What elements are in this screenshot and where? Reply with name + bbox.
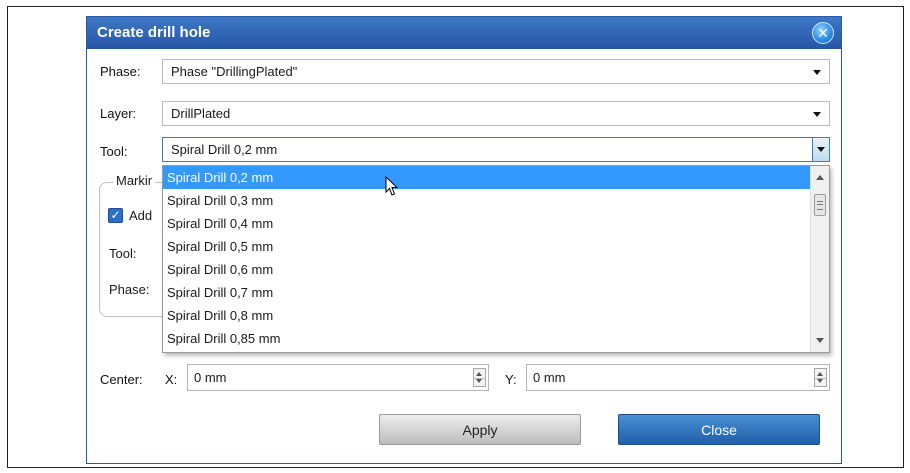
create-drill-hole-dialog: Create drill hole ✕ Phase: Phase "Drilli… bbox=[86, 16, 842, 464]
tool-dropdown-list: Spiral Drill 0,2 mm Spiral Drill 0,3 mm … bbox=[162, 165, 830, 353]
tool-select-value: Spiral Drill 0,2 mm bbox=[171, 142, 278, 157]
scrollbar-thumb[interactable] bbox=[814, 194, 826, 216]
chevron-down-icon bbox=[813, 70, 821, 75]
tool-option[interactable]: Spiral Drill 0,5 mm bbox=[163, 235, 810, 258]
tool-option[interactable]: Spiral Drill 0,8 mm bbox=[163, 304, 810, 327]
dialog-title: Create drill hole bbox=[97, 24, 211, 41]
layer-label: Layer: bbox=[100, 106, 137, 121]
layer-select-value: DrillPlated bbox=[171, 106, 231, 121]
apply-button[interactable]: Apply bbox=[379, 414, 581, 445]
tool-option[interactable]: Spiral Drill 0,4 mm bbox=[163, 212, 810, 235]
marking-group-title: Markir bbox=[113, 173, 156, 188]
dropdown-scrollbar[interactable] bbox=[810, 166, 829, 352]
center-x-value: 0 mm bbox=[194, 370, 227, 385]
tool-option[interactable]: Spiral Drill 0,6 mm bbox=[163, 258, 810, 281]
phase-label: Phase: bbox=[100, 64, 141, 79]
marking-phase-label: Phase: bbox=[109, 282, 150, 297]
tool-option[interactable]: Spiral Drill 0,7 mm bbox=[163, 281, 810, 304]
tool-select[interactable]: Spiral Drill 0,2 mm bbox=[162, 137, 830, 162]
dialog-titlebar: Create drill hole ✕ bbox=[87, 17, 841, 49]
center-y-label: Y: bbox=[505, 372, 517, 387]
phase-select[interactable]: Phase "DrillingPlated" bbox=[162, 59, 830, 84]
center-x-spinner[interactable] bbox=[473, 368, 486, 387]
spin-down-icon bbox=[817, 379, 823, 383]
tool-dropdown-toggle[interactable] bbox=[812, 138, 829, 161]
marking-tool-label: Tool: bbox=[109, 246, 137, 261]
tool-option[interactable]: Spiral Drill 0,2 mm bbox=[163, 166, 810, 189]
close-icon[interactable]: ✕ bbox=[812, 22, 834, 44]
center-y-input[interactable]: 0 mm bbox=[526, 364, 830, 391]
chevron-down-icon bbox=[813, 112, 821, 117]
scroll-up-icon[interactable] bbox=[816, 175, 824, 180]
tool-option[interactable]: Spiral Drill 0,85 mm bbox=[163, 327, 810, 350]
add-marking-checkbox[interactable]: ✓ bbox=[108, 208, 123, 223]
center-x-label: X: bbox=[165, 372, 178, 387]
chevron-down-icon bbox=[817, 147, 825, 152]
phase-select-value: Phase "DrillingPlated" bbox=[171, 64, 298, 79]
spin-up-icon bbox=[817, 372, 823, 376]
center-x-input[interactable]: 0 mm bbox=[187, 364, 489, 391]
add-marking-label: Add bbox=[129, 208, 153, 223]
tool-label: Tool: bbox=[100, 144, 128, 159]
layer-select[interactable]: DrillPlated bbox=[162, 101, 830, 126]
spin-down-icon bbox=[476, 379, 482, 383]
center-y-value: 0 mm bbox=[533, 370, 566, 385]
center-y-spinner[interactable] bbox=[814, 368, 827, 387]
center-label: Center: bbox=[100, 372, 143, 387]
scroll-down-icon[interactable] bbox=[816, 338, 824, 343]
mouse-pointer-icon bbox=[385, 176, 399, 196]
spin-up-icon bbox=[476, 372, 482, 376]
close-button[interactable]: Close bbox=[618, 414, 820, 445]
tool-option[interactable]: Spiral Drill 0,3 mm bbox=[163, 189, 810, 212]
